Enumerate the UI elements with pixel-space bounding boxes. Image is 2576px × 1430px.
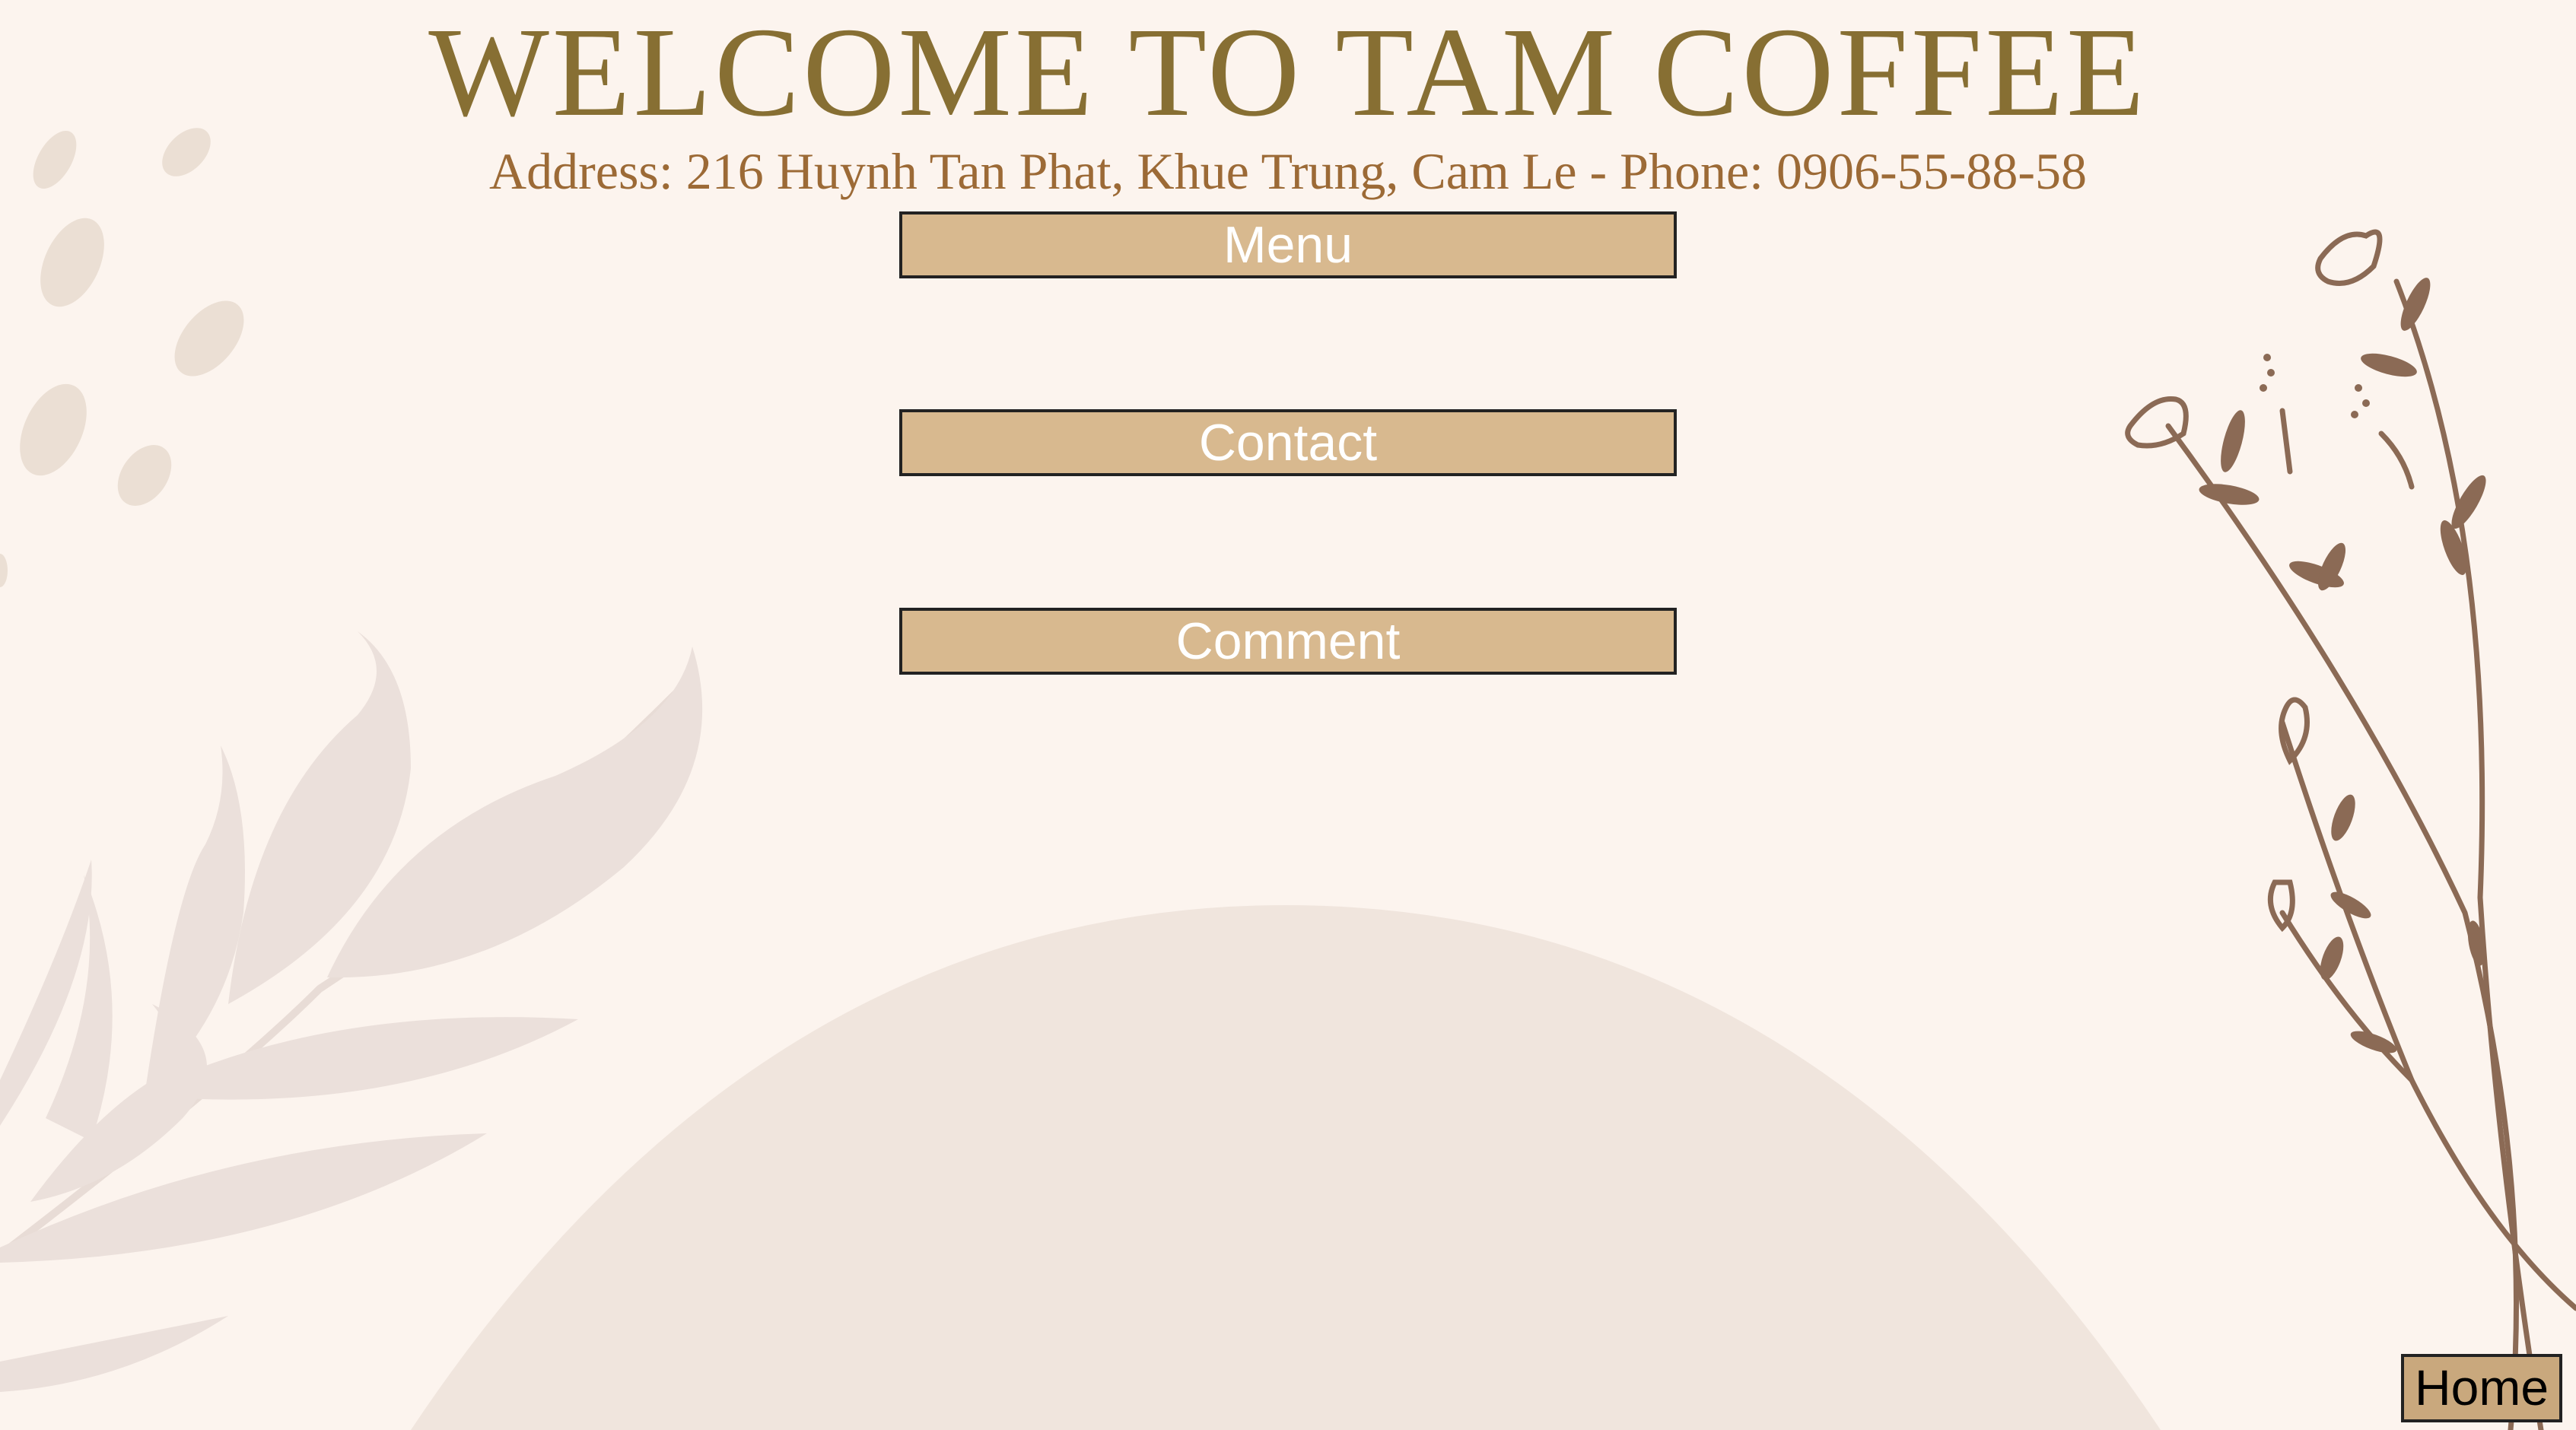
address-line: Address: 216 Huynh Tan Phat, Khue Trung,…	[489, 142, 2087, 200]
flower-illustration	[2125, 229, 2576, 1430]
home-button[interactable]: Home	[2401, 1354, 2562, 1422]
leaf-branch-decoration	[0, 631, 703, 1392]
menu-button[interactable]: Menu	[899, 211, 1677, 278]
comment-button[interactable]: Comment	[899, 608, 1677, 675]
flower-leaves	[2199, 278, 2486, 1053]
arch-shape	[411, 905, 2161, 1430]
page-title: WELCOME TO TAM COFFEE	[428, 2, 2148, 143]
contact-button[interactable]: Contact	[899, 409, 1677, 476]
